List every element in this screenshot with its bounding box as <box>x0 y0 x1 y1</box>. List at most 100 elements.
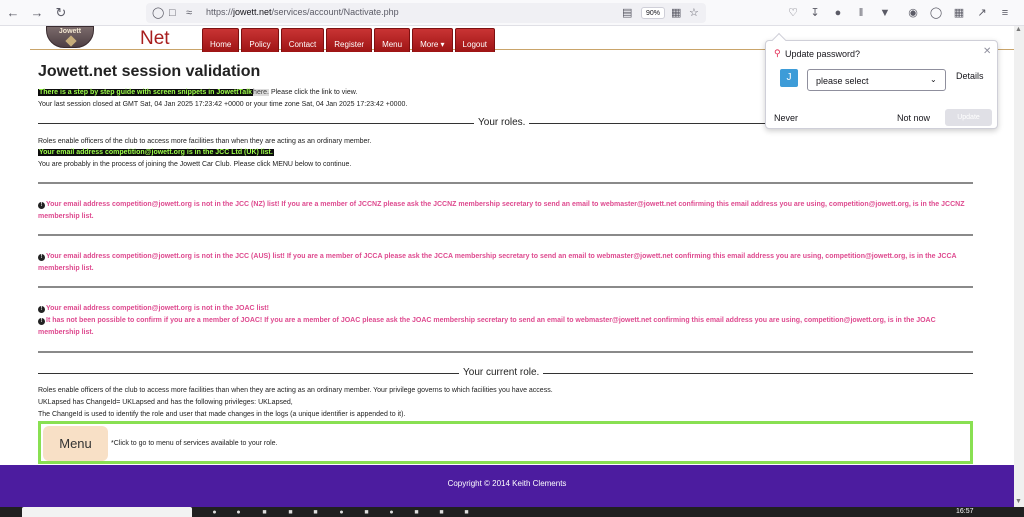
roles-divider <box>38 123 766 124</box>
jcc-uk-highlight: Your email address competition@jowett.or… <box>38 149 274 156</box>
taskbar-app-icon[interactable]: ■ <box>412 508 421 517</box>
taskbar-app-icon[interactable]: ● <box>234 508 243 517</box>
roles-intro: Roles enable officers of the club to acc… <box>38 138 372 145</box>
apps-grid-icon[interactable]: ▦ <box>950 4 968 22</box>
changeid-text: UKLapsed has ChangeId= UKLapsed and has … <box>38 399 293 406</box>
pocket-icon[interactable]: ♡ <box>784 4 802 22</box>
forward-arrow-icon[interactable]: → <box>28 4 46 22</box>
nav-register[interactable]: Register <box>326 28 373 52</box>
nav-home[interactable]: Home <box>202 28 240 52</box>
browser-toolbar: ← → ↻ ◯ □ ≈ https://jowett.net/services/… <box>0 0 1024 26</box>
joac-confirm: ! It has not been possible to confirm if … <box>38 315 978 339</box>
jowett-logo[interactable]: Jowett <box>46 26 94 48</box>
key-icon: ⚲ <box>774 48 781 58</box>
divider-4 <box>38 351 973 353</box>
update-button[interactable]: Update <box>945 109 992 126</box>
reader-view-icon[interactable]: ▤ <box>622 5 632 21</box>
logo-emblem-icon <box>65 35 77 47</box>
nav-contact[interactable]: Contact <box>280 28 325 52</box>
shield-icon[interactable]: ◯ <box>152 5 164 21</box>
taskbar-clock[interactable]: 16:57 <box>956 508 974 515</box>
address-bar[interactable]: ◯ □ ≈ https://jowett.net/services/accoun… <box>146 3 706 23</box>
copyright-text: Copyright © 2014 Keith Clements <box>447 479 567 488</box>
menu-button[interactable]: Menu <box>43 426 108 461</box>
guide-here-link[interactable]: here. <box>253 89 270 96</box>
scroll-down-icon[interactable]: ▼ <box>1015 498 1022 505</box>
taskbar-app-icon[interactable]: ■ <box>462 508 471 517</box>
joac-warning-text: Your email address competition@jowett.or… <box>46 305 269 312</box>
never-button[interactable]: Never <box>774 113 798 123</box>
nav-logout[interactable]: Logout <box>454 28 496 52</box>
url-text[interactable]: https://jowett.net/services/account/Nact… <box>206 7 399 17</box>
divider-2 <box>38 234 973 236</box>
nz-warning-text: Your email address competition@jowett.or… <box>38 201 965 220</box>
taskbar-app-icon[interactable]: ● <box>387 508 396 517</box>
username-select-value: please select <box>816 76 869 86</box>
site-brand: Net <box>140 28 170 49</box>
extensions-grid-icon[interactable]: ▦ <box>671 5 681 21</box>
aus-warning-text: Your email address competition@jowett.or… <box>38 253 957 272</box>
site-favicon: J <box>780 69 798 87</box>
details-link[interactable]: Details <box>956 71 984 81</box>
download-icon[interactable]: ↧ <box>806 4 824 22</box>
not-now-button[interactable]: Not now <box>897 113 930 123</box>
changeid-note: The ChangeId is used to identify the rol… <box>38 411 406 418</box>
warning-icon: ! <box>38 306 45 313</box>
warning-icon: ! <box>38 318 45 325</box>
logo-text: Jowett <box>58 28 82 35</box>
guide-suffix: Please click the link to view. <box>269 89 358 96</box>
profile-icon[interactable]: ◯ <box>927 4 945 22</box>
zoom-indicator[interactable]: 90% <box>641 7 666 19</box>
hamburger-menu-icon[interactable]: ≡ <box>996 4 1014 22</box>
site-footer: Copyright © 2014 Keith Clements <box>0 465 1014 507</box>
username-select[interactable]: please select ⌄ <box>807 69 946 91</box>
url-domain: jowett.net <box>233 7 272 17</box>
taskbar-app-icon[interactable]: ■ <box>260 508 269 517</box>
roles-heading: Your roles. <box>474 117 530 128</box>
guide-highlight: There is a step by step guide with scree… <box>38 89 254 96</box>
joac-confirm-text: It has not been possible to confirm if y… <box>38 317 936 336</box>
last-session-text: Your last session closed at GMT Sat, 04 … <box>38 101 408 108</box>
nav-menu[interactable]: Menu <box>374 28 411 52</box>
taskbar-app-icon[interactable]: ● <box>337 508 346 517</box>
ublock-shield-icon[interactable]: ▼ <box>876 4 894 22</box>
chevron-down-icon: ⌄ <box>930 75 937 84</box>
reload-icon[interactable]: ↻ <box>52 4 70 22</box>
nav-more[interactable]: More ▾ <box>412 28 453 52</box>
share-icon[interactable]: ↗ <box>973 4 991 22</box>
taskbar-app-icon[interactable]: ■ <box>437 508 446 517</box>
current-role-heading: Your current role. <box>459 367 544 378</box>
main-nav: Home Policy Contact Register Menu More ▾… <box>202 28 496 52</box>
divider-1 <box>38 182 973 184</box>
taskbar-app-icon[interactable]: ■ <box>286 508 295 517</box>
page-scrollbar[interactable]: ▲ ▼ <box>1014 26 1024 507</box>
guide-line: There is a step by step guide with scree… <box>38 88 357 98</box>
close-icon[interactable]: ✕ <box>983 46 991 57</box>
warning-icon: ! <box>38 202 45 209</box>
menu-hint: *Click to go to menu of services availab… <box>111 440 278 447</box>
taskbar-app-icon[interactable]: ■ <box>311 508 320 517</box>
badge-extension-icon[interactable]: ◉ <box>904 4 922 22</box>
page-title: Jowett.net session validation <box>38 63 261 80</box>
url-path: /services/account/Nactivate.php <box>271 7 399 17</box>
taskbar-app-icon[interactable]: ● <box>210 508 219 517</box>
joac-warning: ! Your email address competition@jowett.o… <box>38 303 978 315</box>
joining-text: You are probably in the process of joini… <box>38 161 352 168</box>
scroll-up-icon[interactable]: ▲ <box>1015 26 1022 33</box>
os-taskbar: ● ● ■ ■ ■ ● ■ ● ■ ■ ■ 16:57 <box>0 507 1024 517</box>
divider-3 <box>38 286 973 288</box>
url-prefix: https:// <box>206 7 234 17</box>
bookmark-star-icon[interactable]: ☆ <box>689 5 699 21</box>
warning-icon: ! <box>38 254 45 261</box>
update-password-popup: ⚲ Update password? ✕ J please select ⌄ D… <box>765 32 998 129</box>
k-extension-icon[interactable]: ● <box>829 4 847 22</box>
taskbar-app-icon[interactable]: ■ <box>362 508 371 517</box>
lock-icon[interactable]: □ <box>169 5 176 21</box>
nz-warning: ! Your email address competition@jowett.o… <box>38 199 978 223</box>
menu-panel: Menu *Click to go to menu of services av… <box>38 421 973 464</box>
library-icon[interactable]: ‖ <box>852 4 870 22</box>
taskbar-search[interactable] <box>22 507 192 517</box>
nav-policy[interactable]: Policy <box>241 28 279 52</box>
permissions-icon[interactable]: ≈ <box>186 5 192 21</box>
back-arrow-icon[interactable]: ← <box>4 4 22 22</box>
